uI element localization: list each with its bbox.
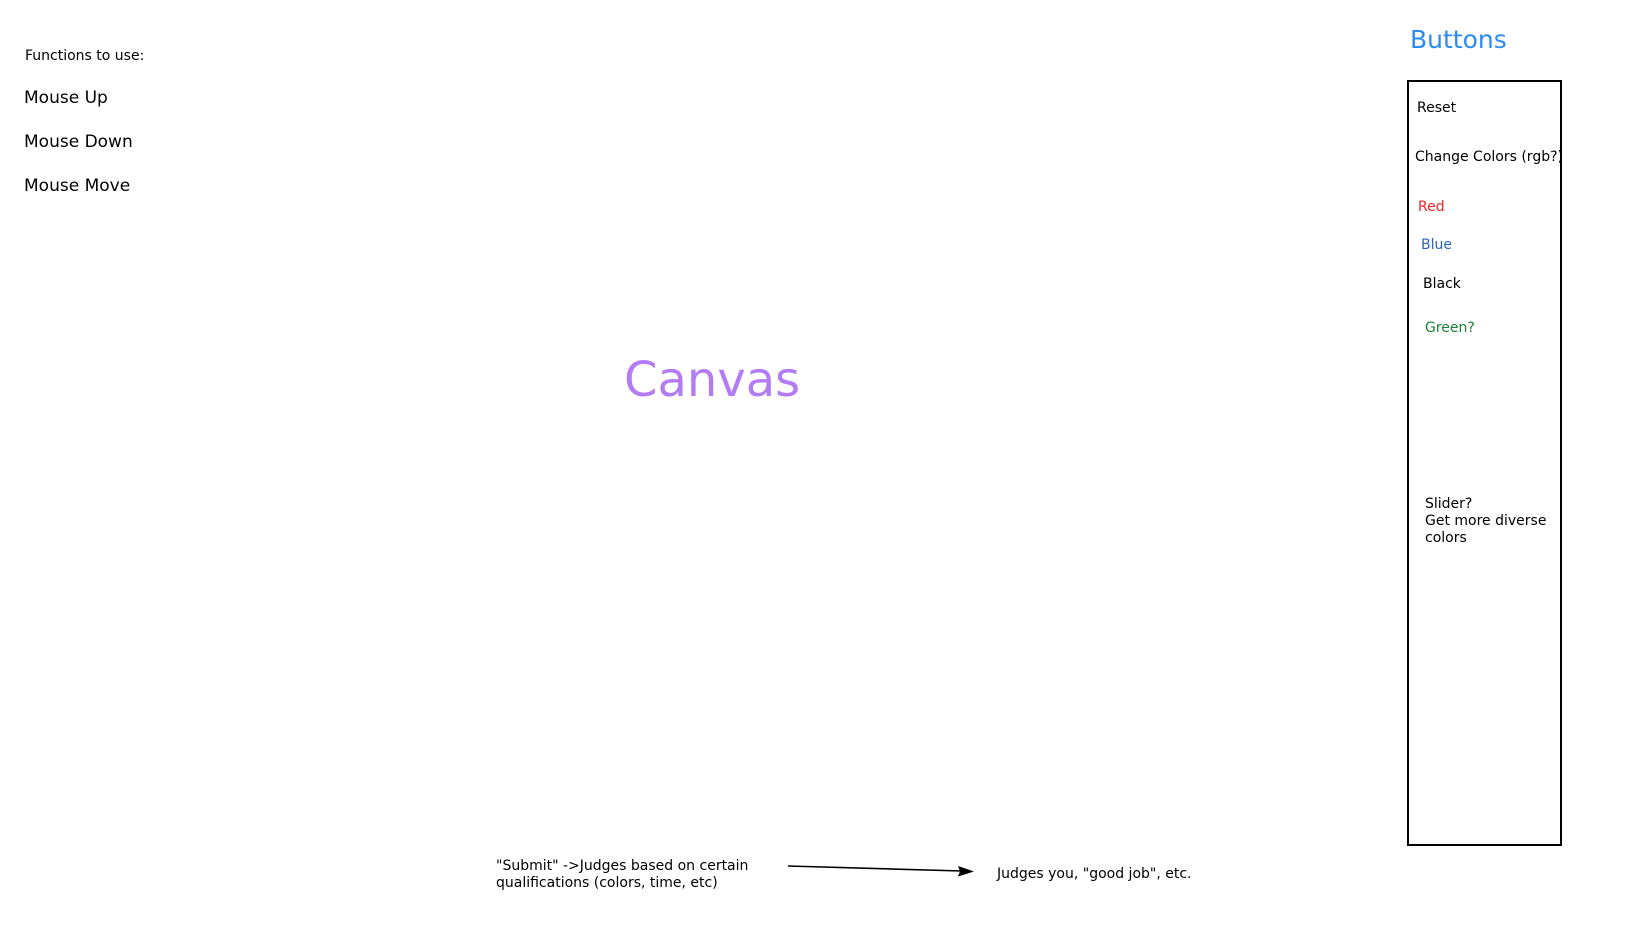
flow-arrow xyxy=(787,865,974,877)
judges-note: Judges you, "good job", etc. xyxy=(997,866,1192,882)
red-color-button[interactable]: Red xyxy=(1418,199,1445,215)
reset-button[interactable]: Reset xyxy=(1417,100,1456,116)
function-item-mouse-move: Mouse Move xyxy=(24,176,131,196)
blue-color-button[interactable]: Blue xyxy=(1421,237,1452,253)
buttons-heading: Buttons xyxy=(1410,25,1507,54)
flow-arrow-line xyxy=(787,865,963,872)
black-color-button[interactable]: Black xyxy=(1423,276,1461,292)
canvas-label: Canvas xyxy=(624,352,801,408)
function-item-mouse-down: Mouse Down xyxy=(24,132,133,152)
function-item-mouse-up: Mouse Up xyxy=(24,88,108,108)
flow-arrow-head xyxy=(958,866,974,877)
green-color-button[interactable]: Green? xyxy=(1425,320,1475,336)
submit-note: "Submit" ->Judges based on certain quali… xyxy=(496,858,749,891)
functions-heading: Functions to use: xyxy=(25,48,145,64)
slider-note: Slider? Get more diverse colors xyxy=(1425,496,1547,546)
change-colors-button[interactable]: Change Colors (rgb?) xyxy=(1415,149,1563,165)
buttons-panel xyxy=(1407,80,1562,846)
